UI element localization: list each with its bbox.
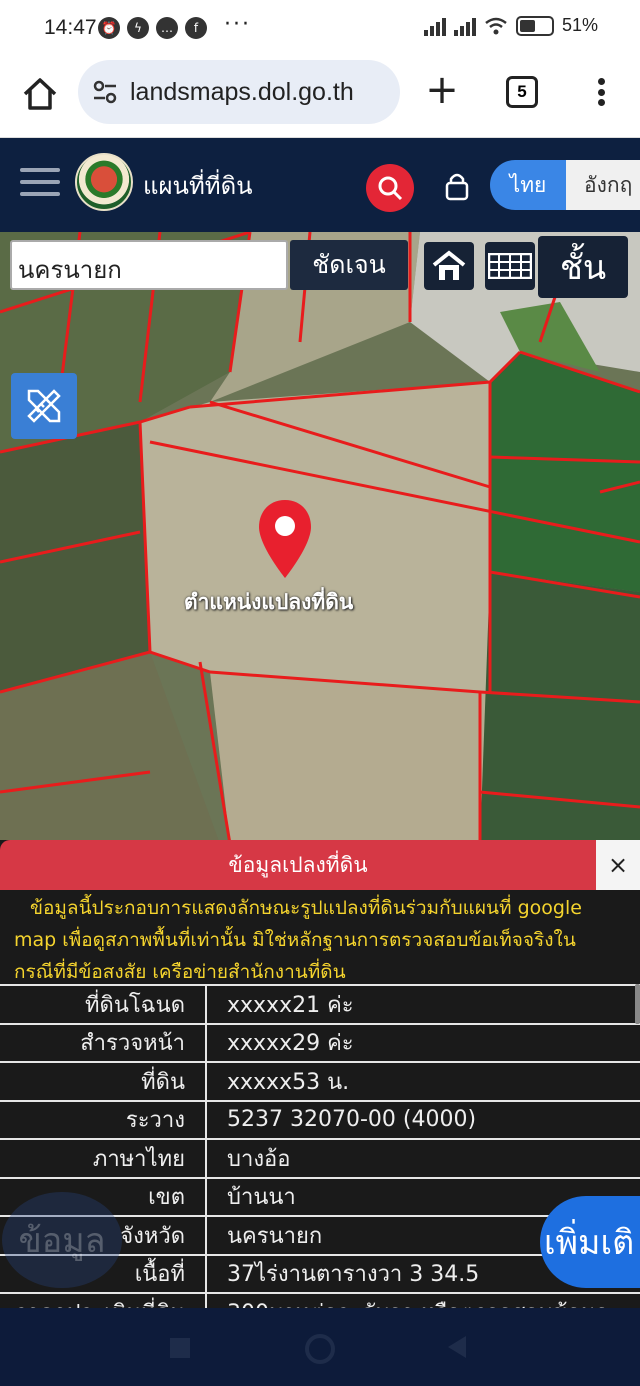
table-row: ภาษาไทย บางอ้อ [0, 1139, 640, 1179]
ruler-pencil-icon [27, 389, 61, 423]
scrollbar[interactable] [635, 984, 640, 1024]
notification-icons: ⏰ ϟ … f [98, 17, 207, 39]
home-map-button[interactable] [424, 242, 474, 290]
house-icon [432, 250, 466, 280]
signal-2-icon [453, 16, 476, 36]
location-pin-icon[interactable] [256, 498, 314, 580]
lang-thai-button[interactable]: ไทย [490, 160, 566, 210]
browser-menu-icon[interactable] [586, 72, 616, 112]
row-value: บางอ้อ [206, 1139, 640, 1179]
table-row: ราคาประเมินที่ดิน300บาทต่อระดับวา หรือตร… [0, 1293, 640, 1308]
clear-button[interactable]: ชัดเจน [290, 240, 408, 290]
row-label: ภาษาไทย [0, 1139, 207, 1179]
more-notifications-icon: ··· [224, 12, 251, 37]
home-icon[interactable] [20, 74, 60, 114]
site-settings-icon[interactable] [92, 80, 118, 104]
table-row: สำรวจหน้า xxxxx29 ค่ะ [0, 1023, 640, 1063]
status-bar: 14:47 ⏰ ϟ … f ··· 51% [0, 0, 640, 58]
grid-icon [488, 253, 532, 279]
row-label: ที่ดินโฉนด [0, 984, 207, 1025]
facebook-icon: f [185, 17, 207, 39]
more-button[interactable]: เพิ่มเติ [540, 1196, 640, 1288]
row-value: xxxxx29 ค่ะ [206, 1023, 640, 1063]
language-switch: ไทย อังกฤ [490, 160, 640, 210]
lang-english-button[interactable]: อังกฤ [566, 160, 640, 210]
row-value: 300บาทต่อระดับวา หรือตรวจสอบข้อมูล [206, 1293, 640, 1308]
messenger-icon: ϟ [127, 17, 149, 39]
search-button[interactable] [366, 164, 414, 212]
home-nav-icon[interactable] [305, 1334, 335, 1364]
disclaimer-notice: ข้อมูลนี้ประกอบการแสดงลักษณะรูปแปลงที่ดิ… [0, 892, 640, 988]
chat-icon: … [156, 17, 178, 39]
row-label: สำรวจหน้า [0, 1023, 207, 1063]
battery-icon [515, 15, 554, 36]
status-time: 14:47 [44, 16, 97, 39]
row-label: ราคาประเมินที่ดิน [0, 1293, 207, 1308]
grid-button[interactable] [485, 242, 535, 290]
wifi-icon [485, 17, 507, 34]
row-value: xxxxx53 น. [206, 1062, 640, 1102]
row-value: xxxxx21 ค่ะ [206, 984, 640, 1025]
app-header: แผนที่ที่ดิน ไทย อังกฤ [0, 138, 640, 232]
app-title: แผนที่ที่ดิน [143, 172, 253, 200]
tab-switcher-button[interactable]: 5 [506, 76, 538, 108]
system-nav-bar [0, 1308, 640, 1386]
back-icon[interactable] [448, 1336, 466, 1358]
close-button[interactable]: × [596, 840, 640, 890]
panel-title: ข้อมูลเปลงที่ดิน [0, 840, 640, 890]
status-right: 51% [423, 15, 598, 36]
row-label: ระวาง [0, 1100, 207, 1140]
new-tab-button[interactable]: + [424, 70, 460, 110]
location-search-input[interactable]: นครนายก [10, 240, 288, 290]
table-row: ที่ดินโฉนด xxxxx21 ค่ะ [0, 984, 640, 1025]
table-row: ระวาง 5237 32070-00 (4000) [0, 1100, 640, 1140]
notice-line: ข้อมูลนี้ประกอบการแสดงลักษณะรูปแปลงที่ดิ… [30, 897, 582, 919]
address-bar[interactable]: landsmaps.dol.go.th [78, 60, 400, 124]
url-text: landsmaps.dol.go.th [130, 78, 354, 106]
signal-icon [423, 16, 446, 36]
land-map[interactable]: นครนายก ชัดเจน ชั้น ตำแหน่งแปลงที่ดิน [0, 232, 640, 844]
layers-button[interactable]: ชั้น [538, 236, 628, 298]
alarm-icon: ⏰ [98, 17, 120, 39]
notice-line: map เพื่อดูสภาพพื้นที่เท่านั้น มิใช่หลัก… [14, 929, 576, 951]
hamburger-menu-icon[interactable] [20, 168, 60, 196]
measure-tool-button[interactable] [11, 373, 77, 439]
search-icon [378, 176, 403, 201]
browser-toolbar: landsmaps.dol.go.th + 5 [0, 58, 640, 138]
recent-apps-icon[interactable] [170, 1338, 190, 1358]
satellite-map-layer [0, 232, 640, 844]
row-label: ที่ดิน [0, 1062, 207, 1102]
table-row: ที่ดิน xxxxx53 น. [0, 1062, 640, 1102]
department-logo [75, 153, 133, 211]
battery-text: 51% [561, 15, 598, 35]
row-value: 5237 32070-00 (4000) [206, 1100, 640, 1140]
lock-icon[interactable] [444, 170, 470, 202]
pin-label: ตำแหน่งแปลงที่ดิน [184, 590, 354, 614]
info-fab-button[interactable]: ข้อมูล [2, 1192, 122, 1288]
